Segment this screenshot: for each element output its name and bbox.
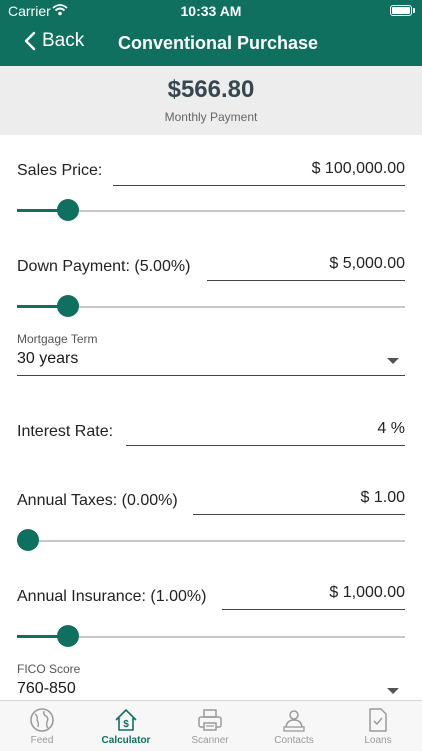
fico-score-label: FICO Score xyxy=(17,662,81,676)
tab-label: Loans xyxy=(364,735,392,746)
status-bar: Carrier 10:33 AM xyxy=(0,0,422,22)
sales-price-input[interactable]: $ 100,000.00 xyxy=(113,160,405,186)
mortgage-term-value: 30 years xyxy=(17,350,79,367)
svg-text:$: $ xyxy=(123,719,129,730)
annual-taxes-slider[interactable] xyxy=(17,529,405,553)
sales-price-label: Sales Price: xyxy=(17,162,103,179)
navigation-bar: Back Conventional Purchase xyxy=(0,22,422,66)
annual-insurance-label: Annual Insurance: (1.00%) xyxy=(17,588,207,605)
chevron-left-icon xyxy=(24,31,36,51)
tab-scanner[interactable]: Scanner xyxy=(168,701,252,751)
slider-track xyxy=(17,540,405,542)
battery-tip xyxy=(413,8,415,13)
down-payment-slider[interactable] xyxy=(17,295,405,319)
tab-label: Feed xyxy=(30,735,54,746)
mortgage-term-label: Mortgage Term xyxy=(17,332,98,346)
fico-score-value: 760-850 xyxy=(17,680,76,697)
tab-loans[interactable]: Loans xyxy=(336,701,420,751)
mortgage-term-select[interactable]: 30 years xyxy=(17,350,405,376)
globe-icon xyxy=(30,708,54,732)
annual-taxes-label: Annual Taxes: (0.00%) xyxy=(17,492,178,509)
payment-summary: $566.80 Monthly Payment xyxy=(0,66,422,135)
down-payment-input[interactable]: $ 5,000.00 xyxy=(207,255,405,281)
annual-insurance-input[interactable]: $ 1,000.00 xyxy=(222,584,405,610)
tab-label: Scanner xyxy=(191,735,229,746)
slider-thumb[interactable] xyxy=(57,295,80,317)
down-payment-label: Down Payment: (5.00%) xyxy=(17,258,191,275)
status-time: 10:33 AM xyxy=(180,3,242,19)
tab-bar: Feed $ Calculator Scanner Contacts Loans xyxy=(0,700,422,751)
annual-taxes-input[interactable]: $ 1.00 xyxy=(193,489,405,515)
tab-contacts[interactable]: Contacts xyxy=(252,701,336,751)
house-dollar-icon: $ xyxy=(115,709,137,731)
interest-rate-label: Interest Rate: xyxy=(17,423,114,440)
monthly-payment-label: Monthly Payment xyxy=(164,110,258,124)
scanner-icon xyxy=(198,709,222,731)
tab-feed[interactable]: Feed xyxy=(0,701,84,751)
tab-label: Contacts xyxy=(274,735,314,746)
back-label: Back xyxy=(42,30,85,51)
monthly-payment-amount: $566.80 xyxy=(167,76,255,103)
tab-calculator[interactable]: $ Calculator xyxy=(84,701,168,751)
slider-thumb[interactable] xyxy=(57,199,80,221)
contacts-icon xyxy=(283,710,305,732)
annual-insurance-slider[interactable] xyxy=(17,625,405,649)
page-title: Conventional Purchase xyxy=(118,33,319,53)
sales-price-slider[interactable] xyxy=(17,199,405,223)
chevron-down-icon xyxy=(387,358,399,364)
battery-icon xyxy=(390,5,412,16)
tab-label: Calculator xyxy=(101,735,151,746)
back-button[interactable]: Back xyxy=(24,30,84,52)
slider-thumb[interactable] xyxy=(57,625,80,647)
slider-thumb[interactable] xyxy=(17,529,39,551)
document-check-icon xyxy=(369,708,387,732)
interest-rate-input[interactable]: 4 % xyxy=(126,420,405,446)
chevron-down-icon xyxy=(387,688,399,694)
